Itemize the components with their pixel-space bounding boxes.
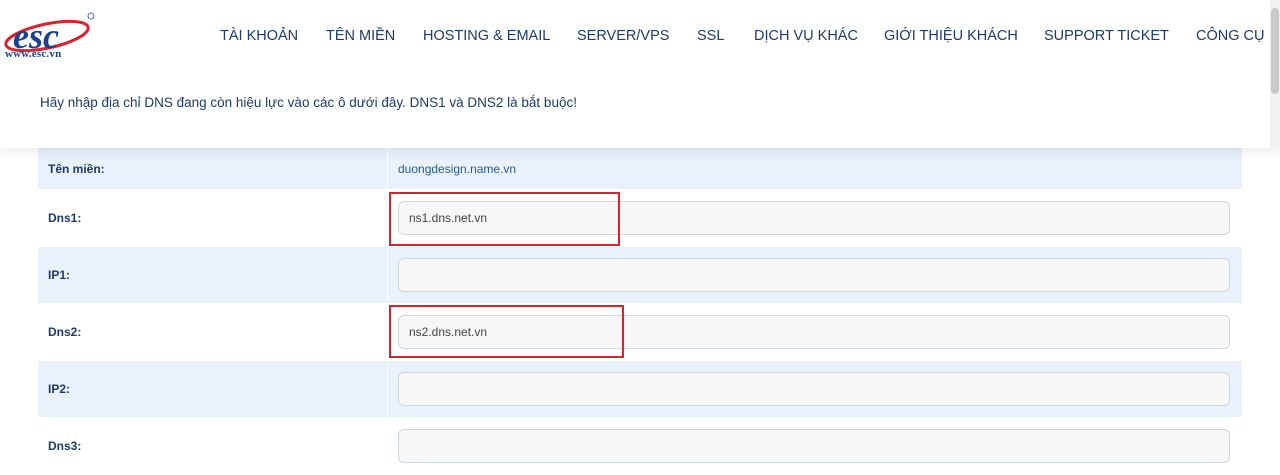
row-dns2: Dns2:: [38, 304, 1242, 361]
nav-item-account[interactable]: TÀI KHOẢN: [220, 28, 298, 44]
row-ip2: IP2:: [38, 361, 1242, 418]
nav-item-support-ticket[interactable]: SUPPORT TICKET: [1044, 28, 1169, 44]
scrollbar-thumb[interactable]: [1271, 8, 1279, 94]
dns-form-table: Tên miền: duongdesign.name.vn Dns1: IP1:…: [38, 148, 1242, 475]
row-ip1: IP1:: [38, 247, 1242, 304]
nav-item-domain[interactable]: TÊN MIỀN: [326, 28, 395, 44]
site-header: esc www.esc.vn TÀI KHOẢN TÊN MIỀN HOSTIN…: [0, 0, 1280, 148]
ip2-input[interactable]: [398, 372, 1230, 406]
main-nav: TÀI KHOẢN TÊN MIỀN HOSTING & EMAIL SERVE…: [0, 0, 1280, 72]
dns3-label: Dns3:: [48, 439, 82, 453]
dns2-highlight-box: [389, 305, 624, 358]
row-dns3: Dns3:: [38, 418, 1242, 475]
ip2-label: IP2:: [48, 382, 71, 396]
dns1-label: Dns1:: [48, 211, 82, 225]
dns-instruction-text: Hãy nhập địa chỉ DNS đang còn hiệu lực v…: [40, 95, 577, 110]
row-dns1: Dns1:: [38, 190, 1242, 247]
column-divider: [387, 361, 388, 417]
nav-item-server-vps[interactable]: SERVER/VPS: [577, 28, 669, 44]
nav-item-other-services[interactable]: DỊCH VỤ KHÁC: [754, 28, 858, 44]
scrollbar[interactable]: [1270, 0, 1280, 148]
column-divider: [387, 247, 388, 303]
dns2-label: Dns2:: [48, 325, 82, 339]
nav-item-referral[interactable]: GIỚI THIỆU KHÁCH: [884, 28, 1018, 44]
dns1-highlight-box: [389, 192, 620, 246]
nav-item-ssl[interactable]: SSL: [697, 28, 724, 44]
ip1-input[interactable]: [398, 258, 1230, 292]
nav-item-tools[interactable]: CÔNG CỤ: [1196, 28, 1264, 44]
dns3-input[interactable]: [398, 429, 1230, 463]
domain-value: duongdesign.name.vn: [398, 162, 517, 176]
column-divider: [387, 148, 388, 189]
nav-item-hosting-email[interactable]: HOSTING & EMAIL: [423, 28, 550, 44]
domain-label: Tên miền:: [48, 162, 105, 176]
ip1-label: IP1:: [48, 268, 71, 282]
row-domain: Tên miền: duongdesign.name.vn: [38, 148, 1242, 190]
